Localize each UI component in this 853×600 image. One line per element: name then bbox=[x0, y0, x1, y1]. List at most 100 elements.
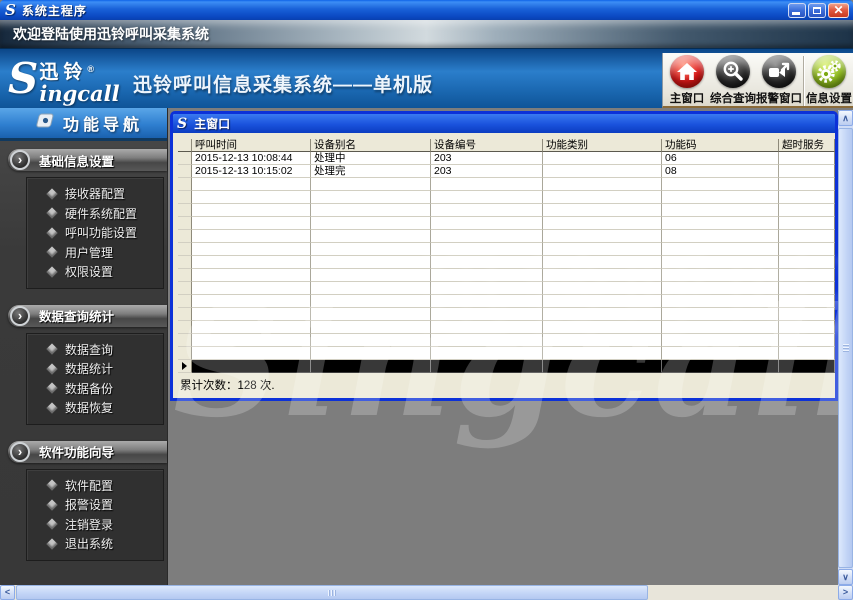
current-record-arrow-icon bbox=[182, 362, 187, 370]
horizontal-scroll-thumb[interactable] bbox=[16, 585, 648, 600]
grid-corner-cell bbox=[178, 139, 192, 152]
table-row[interactable]: 2015-12-13 10:08:44 处理中 203 06 bbox=[178, 152, 835, 165]
table-row-empty bbox=[178, 269, 835, 282]
vertical-scrollbar[interactable]: ∧ ∨ bbox=[838, 110, 853, 585]
sidebar-section: › 数据查询统计 数据查询 数据统计 bbox=[0, 305, 167, 425]
app-titlebar[interactable]: S 系统主程序 ✕ bbox=[0, 0, 853, 20]
welcome-text: 欢迎登陆使用迅铃呼叫采集系统 bbox=[13, 24, 209, 44]
sidebar-item[interactable]: 数据查询 bbox=[27, 340, 163, 360]
sidebar-item[interactable]: 数据恢复 bbox=[27, 398, 163, 418]
restore-button[interactable] bbox=[808, 3, 826, 18]
sidebar-section-panel: 数据查询 数据统计 数据备份 数据恢复 bbox=[26, 333, 164, 425]
child-window-titlebar[interactable]: S 主窗口 bbox=[173, 114, 835, 133]
cell-function-code: 06 bbox=[662, 152, 779, 165]
mdi-workspace: S 主窗口 呼叫时间 设备别名 设备编号 功能类别 功能码 超时服务 bbox=[168, 108, 853, 585]
scroll-left-button[interactable]: < bbox=[0, 585, 15, 600]
sidebar-item[interactable]: 注销登录 bbox=[27, 515, 163, 535]
sidebar-section-header[interactable]: › 数据查询统计 bbox=[8, 305, 167, 327]
chevron-right-icon: › bbox=[10, 150, 30, 170]
cell-timeout-service bbox=[779, 165, 835, 178]
sidebar-item[interactable]: 硬件系统配置 bbox=[27, 204, 163, 224]
main-toolbar: 主窗口 综合查询 报警窗口 bbox=[662, 53, 853, 108]
sidebar-item[interactable]: 报警设置 bbox=[27, 495, 163, 515]
row-selector[interactable] bbox=[178, 152, 192, 165]
sidebar-sections: › 基础信息设置 接收器配置 硬件系统配置 bbox=[0, 141, 167, 561]
current-record-selector bbox=[178, 360, 192, 373]
child-window-title: 主窗口 bbox=[194, 115, 230, 132]
cell-timeout-service bbox=[779, 152, 835, 165]
scroll-down-button[interactable]: ∨ bbox=[838, 569, 853, 585]
close-button[interactable]: ✕ bbox=[828, 3, 849, 18]
table-row-empty bbox=[178, 256, 835, 269]
sidebar-section-header[interactable]: › 软件功能向导 bbox=[8, 441, 167, 463]
sidebar-section: › 基础信息设置 接收器配置 硬件系统配置 bbox=[0, 149, 167, 289]
sidebar-item[interactable]: 用户管理 bbox=[27, 243, 163, 263]
thumb-grip-icon bbox=[328, 590, 336, 596]
grid-body: 2015-12-13 10:08:44 处理中 203 06 2015-12-1… bbox=[178, 152, 835, 178]
table-row-empty bbox=[178, 230, 835, 243]
diamond-bullet-icon bbox=[46, 266, 57, 277]
table-row-empty bbox=[178, 204, 835, 217]
sidebar-item[interactable]: 数据统计 bbox=[27, 359, 163, 379]
comprehensive-query-button[interactable]: 综合查询 bbox=[710, 54, 756, 106]
scroll-right-button[interactable]: > bbox=[838, 585, 853, 600]
sidebar: 功能导航 › 基础信息设置 接收器配置 bbox=[0, 108, 168, 585]
table-row[interactable]: 2015-12-13 10:15:02 处理完 203 08 bbox=[178, 165, 835, 178]
diamond-bullet-icon bbox=[46, 363, 57, 374]
horizontal-scrollbar[interactable]: < > bbox=[0, 585, 853, 600]
diamond-bullet-icon bbox=[46, 344, 57, 355]
column-header-timeout-service[interactable]: 超时服务 bbox=[779, 139, 835, 152]
home-icon bbox=[670, 55, 704, 88]
sidebar-item[interactable]: 数据备份 bbox=[27, 379, 163, 399]
chevron-right-icon: › bbox=[10, 442, 30, 462]
diamond-bullet-icon bbox=[46, 402, 57, 413]
child-window-client: 呼叫时间 设备别名 设备编号 功能类别 功能码 超时服务 2015-12-13 … bbox=[173, 133, 835, 398]
sidebar-item[interactable]: 退出系统 bbox=[27, 534, 163, 554]
grid-current-record-row[interactable] bbox=[178, 360, 835, 373]
sidebar-header-title: 功能导航 bbox=[63, 111, 143, 135]
table-row-empty bbox=[178, 282, 835, 295]
column-header-function-code[interactable]: 功能码 bbox=[662, 139, 779, 152]
diamond-bullet-icon bbox=[46, 227, 57, 238]
alarm-window-button[interactable]: 报警窗口 bbox=[756, 54, 802, 106]
cell-call-time: 2015-12-13 10:08:44 bbox=[192, 152, 311, 165]
info-settings-button[interactable]: 信息设置 bbox=[806, 54, 852, 106]
sidebar-item[interactable]: 权限设置 bbox=[27, 262, 163, 282]
scroll-up-button[interactable]: ∧ bbox=[838, 110, 853, 126]
table-row-empty bbox=[178, 191, 835, 204]
application-window: S 系统主程序 ✕ 欢迎登陆使用迅铃呼叫采集系统 S 迅铃® ingcall 迅… bbox=[0, 0, 853, 600]
app-title: 系统主程序 bbox=[22, 2, 87, 19]
cell-device-alias: 处理中 bbox=[311, 152, 431, 165]
sidebar-section: › 软件功能向导 软件配置 报警设置 bbox=[0, 441, 167, 561]
row-selector[interactable] bbox=[178, 165, 192, 178]
cell-device-number: 203 bbox=[431, 165, 543, 178]
sidebar-item[interactable]: 呼叫功能设置 bbox=[27, 223, 163, 243]
column-header-device-number[interactable]: 设备编号 bbox=[431, 139, 543, 152]
singcall-s-icon: S bbox=[5, 1, 16, 19]
logo-en-text: ingcall bbox=[39, 83, 119, 104]
registered-mark: ® bbox=[87, 64, 94, 74]
sidebar-item[interactable]: 软件配置 bbox=[27, 476, 163, 496]
table-row-empty bbox=[178, 308, 835, 321]
column-header-device-alias[interactable]: 设备别名 bbox=[311, 139, 431, 152]
column-header-function-category[interactable]: 功能类别 bbox=[543, 139, 662, 152]
diamond-bullet-icon bbox=[46, 499, 57, 510]
logo-s-letter: S bbox=[8, 57, 38, 104]
singcall-s-icon: S bbox=[177, 116, 187, 132]
main-child-window: S 主窗口 呼叫时间 设备别名 设备编号 功能类别 功能码 超时服务 bbox=[170, 111, 838, 401]
search-plus-icon bbox=[716, 55, 750, 88]
sidebar-item[interactable]: 接收器配置 bbox=[27, 184, 163, 204]
cell-function-code: 08 bbox=[662, 165, 779, 178]
thumb-grip-icon bbox=[843, 344, 849, 352]
diamond-bullet-icon bbox=[46, 247, 57, 258]
column-header-call-time[interactable]: 呼叫时间 bbox=[192, 139, 311, 152]
minimize-icon bbox=[792, 12, 800, 15]
close-icon: ✕ bbox=[829, 4, 848, 17]
vertical-scroll-thumb[interactable] bbox=[838, 128, 853, 568]
minimize-button[interactable] bbox=[788, 3, 806, 18]
toolbar-separator bbox=[803, 56, 805, 106]
welcome-bar: 欢迎登陆使用迅铃呼叫采集系统 bbox=[0, 20, 853, 48]
sidebar-section-header[interactable]: › 基础信息设置 bbox=[8, 149, 167, 171]
cell-device-alias: 处理完 bbox=[311, 165, 431, 178]
main-window-button[interactable]: 主窗口 bbox=[664, 54, 710, 106]
